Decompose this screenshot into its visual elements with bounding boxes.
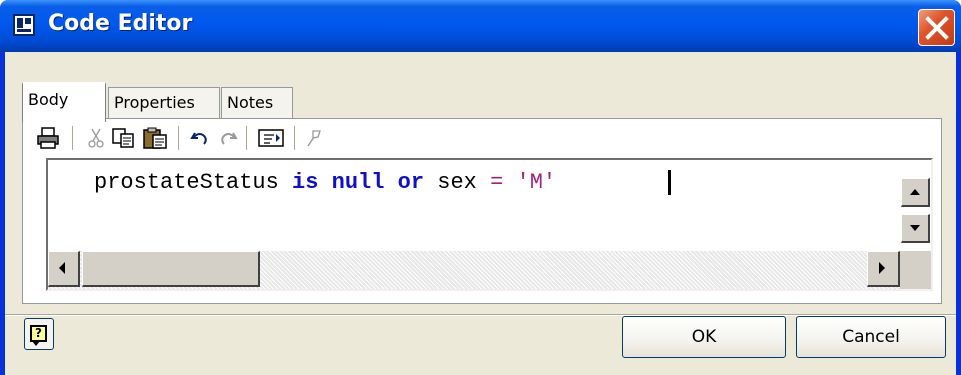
scroll-up-button[interactable]	[901, 178, 930, 207]
code-token-keyword: is	[292, 170, 319, 195]
tab-body-label: Body	[28, 90, 69, 109]
redo-icon[interactable]	[216, 127, 238, 149]
undo-icon[interactable]	[190, 127, 212, 149]
text-caret	[668, 170, 671, 195]
help-button[interactable]: ?	[24, 318, 54, 350]
toolbar-separator	[72, 126, 74, 150]
copy-icon[interactable]	[111, 127, 137, 149]
cancel-button[interactable]: Cancel	[796, 316, 946, 358]
toolbar-separator	[294, 126, 296, 150]
paste-icon[interactable]	[142, 127, 170, 149]
window-title: Code Editor	[48, 11, 193, 36]
code-token: prostateStatus	[94, 170, 293, 195]
scroll-left-button[interactable]	[48, 251, 80, 287]
insert-field-icon[interactable]	[258, 127, 286, 149]
arrow-left-icon	[59, 262, 65, 274]
tab-properties[interactable]: Properties	[108, 87, 220, 119]
arrow-right-icon	[879, 262, 885, 274]
horizontal-scroll-thumb[interactable]	[82, 251, 260, 287]
arrow-down-icon	[910, 225, 920, 231]
scroll-right-button[interactable]	[867, 251, 900, 287]
code-token-keyword: null	[331, 170, 385, 195]
close-button[interactable]	[918, 9, 955, 46]
scrollbar-corner	[900, 251, 931, 289]
tab-properties-label: Properties	[114, 93, 195, 112]
horizontal-scrollbar[interactable]	[48, 251, 900, 289]
code-line: prostateStatus is null or sex = 'M'	[94, 170, 556, 195]
close-x-icon	[925, 16, 949, 40]
code-editor-window-icon	[13, 14, 35, 36]
toolbar-separator	[178, 126, 180, 150]
vertical-scrollbar[interactable]	[900, 160, 931, 251]
title-bar[interactable]: Code Editor	[0, 0, 961, 52]
print-icon[interactable]	[36, 127, 62, 149]
scroll-down-button[interactable]	[901, 214, 930, 243]
code-token-string: 'M'	[516, 170, 557, 195]
toolbar-separator	[246, 126, 248, 150]
arrow-up-icon	[910, 189, 920, 195]
code-token-operator: =	[490, 170, 504, 195]
pin-icon[interactable]	[304, 127, 324, 149]
help-question-icon: ?	[30, 325, 47, 342]
ok-button[interactable]: OK	[622, 316, 786, 358]
tab-notes[interactable]: Notes	[221, 87, 293, 119]
cut-icon[interactable]	[86, 127, 106, 149]
help-bubble-tail	[32, 341, 40, 346]
code-token-keyword: or	[397, 170, 425, 195]
tab-notes-label: Notes	[227, 93, 274, 112]
window-border-right	[956, 52, 961, 375]
code-token: sex	[424, 170, 491, 195]
code-editor-area[interactable]: prostateStatus is null or sex = 'M'	[46, 158, 933, 291]
tab-body[interactable]: Body	[22, 82, 106, 122]
